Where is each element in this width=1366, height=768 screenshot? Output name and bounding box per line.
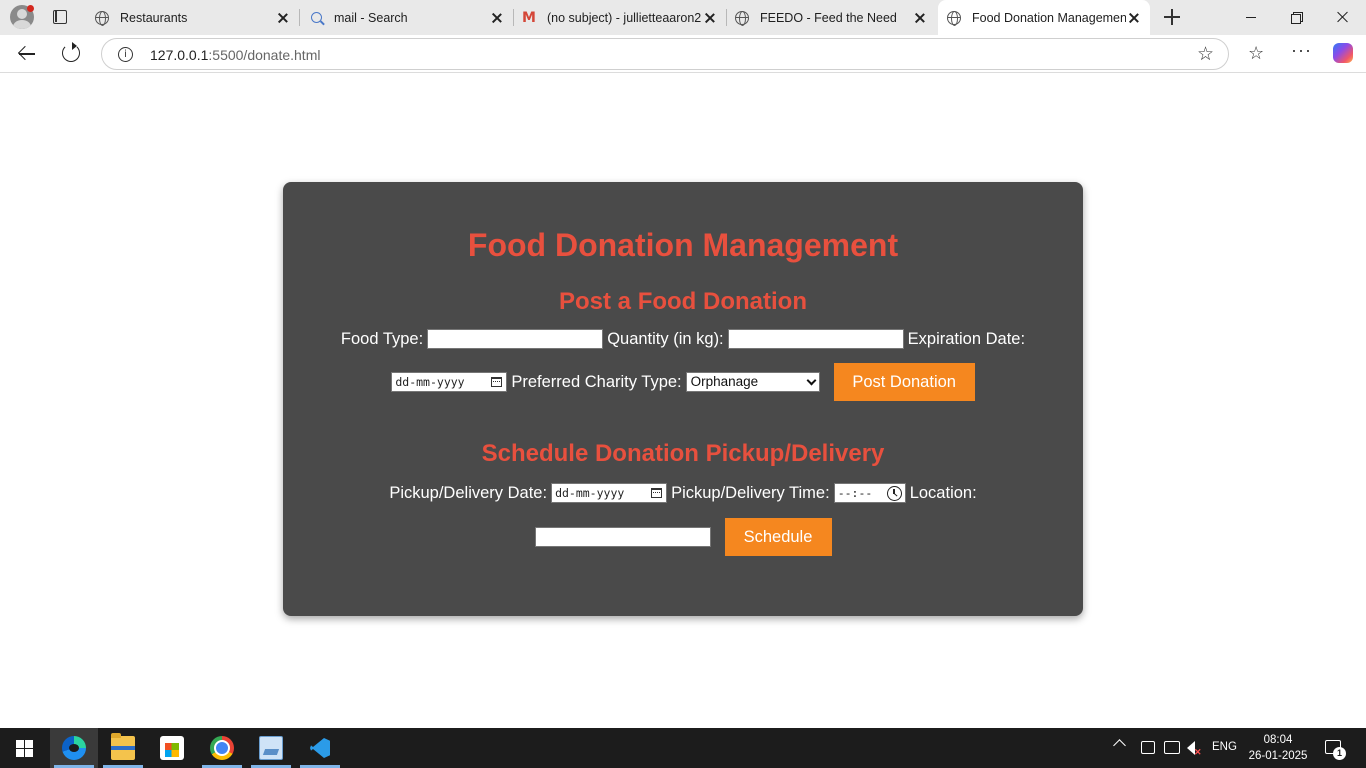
store-icon bbox=[160, 736, 184, 760]
taskbar-chrome[interactable] bbox=[198, 728, 246, 768]
muted-x-icon: ✕ bbox=[1194, 747, 1202, 757]
schedule-row-2: Schedule bbox=[283, 518, 1083, 556]
input-language[interactable]: ENG bbox=[1212, 741, 1237, 753]
copilot-icon[interactable] bbox=[1333, 43, 1353, 63]
charity-type-select[interactable]: Orphanage bbox=[685, 372, 820, 392]
taskbar-paint[interactable] bbox=[247, 728, 295, 768]
notification-count-badge: 1 bbox=[1333, 747, 1346, 760]
expiration-date-placeholder: dd-mm-yyyy bbox=[395, 375, 465, 389]
device-icon[interactable] bbox=[1141, 741, 1155, 754]
clock-date: 26-01-2025 bbox=[1248, 750, 1308, 762]
windows-start-icon[interactable] bbox=[16, 740, 33, 757]
tab-title: Restaurants bbox=[120, 10, 188, 25]
location-input[interactable] bbox=[534, 527, 711, 547]
chrome-icon bbox=[210, 736, 234, 760]
network-icon[interactable] bbox=[1164, 741, 1180, 754]
page-title: Food Donation Management bbox=[467, 227, 899, 263]
pickup-time-label: Pickup/Delivery Time: bbox=[671, 483, 830, 502]
tab-feedo[interactable]: FEEDO - Feed the Need bbox=[726, 0, 936, 35]
tab-close-icon[interactable] bbox=[275, 10, 291, 26]
tab-title: FEEDO - Feed the Need bbox=[760, 10, 897, 25]
page-viewport: Food Donation Management Post a Food Don… bbox=[4, 73, 1362, 724]
post-donation-row-1: Food Type: Quantity (in kg): Expiration … bbox=[283, 329, 1083, 349]
favorite-star-icon[interactable]: ☆ bbox=[1197, 43, 1214, 65]
clock-time: 08:04 bbox=[1263, 734, 1293, 746]
post-donation-heading: Post a Food Donation bbox=[559, 288, 807, 315]
quantity-input[interactable] bbox=[727, 329, 904, 349]
tab-actions-icon[interactable] bbox=[50, 7, 70, 27]
back-arrow-icon[interactable] bbox=[16, 43, 38, 65]
expiration-date-input[interactable]: dd-mm-yyyy bbox=[391, 372, 508, 392]
file-explorer-icon bbox=[111, 733, 135, 760]
clock-icon[interactable] bbox=[886, 486, 902, 501]
tab-close-icon[interactable] bbox=[912, 10, 928, 26]
expiration-date-label: Expiration Date: bbox=[907, 329, 1026, 348]
location-label: Location: bbox=[909, 483, 977, 502]
paint-icon bbox=[259, 736, 283, 760]
tab-close-icon[interactable] bbox=[702, 10, 718, 26]
url-path: :5500/donate.html bbox=[208, 47, 321, 63]
pickup-date-label: Pickup/Delivery Date: bbox=[389, 483, 548, 502]
quantity-label: Quantity (in kg): bbox=[607, 329, 724, 348]
tray-overflow-chevron-icon[interactable] bbox=[1113, 739, 1126, 752]
globe-icon bbox=[94, 10, 110, 26]
tab-food-donation-management[interactable]: Food Donation Management bbox=[938, 0, 1150, 35]
tab-gmail[interactable]: M (no subject) - jullietteaaron2 bbox=[513, 0, 727, 35]
browser-tab-strip: Restaurants mail - Search M (no subject)… bbox=[0, 0, 1366, 35]
taskbar-edge[interactable] bbox=[50, 728, 98, 768]
charity-type-selected: Orphanage bbox=[690, 374, 759, 389]
post-donation-row-2: dd-mm-yyyy Preferred Charity Type: Orpha… bbox=[283, 363, 1083, 401]
post-donation-button[interactable]: Post Donation bbox=[833, 363, 975, 401]
system-clock[interactable]: 08:04 26-01-2025 bbox=[1248, 732, 1308, 764]
reload-icon[interactable] bbox=[62, 42, 80, 62]
pickup-date-input[interactable]: dd-mm-yyyy bbox=[551, 483, 668, 503]
window-restore-icon[interactable] bbox=[1274, 0, 1320, 35]
tab-mail-search[interactable]: mail - Search bbox=[300, 0, 514, 35]
tab-title: Food Donation Management bbox=[972, 10, 1126, 25]
site-info-icon[interactable]: i bbox=[118, 47, 133, 62]
donation-card: Food Donation Management Post a Food Don… bbox=[283, 182, 1083, 616]
favorites-icon[interactable]: ☆ bbox=[1248, 43, 1264, 64]
edge-icon bbox=[62, 736, 86, 760]
schedule-button[interactable]: Schedule bbox=[724, 518, 832, 556]
browser-toolbar: i 127.0.0.1:5500/donate.html ☆ ☆ ··· bbox=[0, 35, 1366, 73]
pickup-time-input[interactable]: --:-- bbox=[833, 483, 906, 503]
chevron-down-icon bbox=[806, 375, 817, 386]
url-host: 127.0.0.1 bbox=[150, 47, 209, 63]
calendar-icon[interactable] bbox=[491, 377, 503, 387]
globe-icon bbox=[734, 10, 750, 26]
window-close-icon[interactable] bbox=[1320, 0, 1366, 35]
taskbar-store[interactable] bbox=[148, 728, 196, 768]
schedule-pickup-heading: Schedule Donation Pickup/Delivery bbox=[481, 440, 885, 467]
windows-taskbar: ✕ ENG 08:04 26-01-2025 1 bbox=[0, 728, 1366, 768]
globe-icon bbox=[946, 10, 962, 26]
search-icon bbox=[308, 10, 324, 26]
vscode-icon bbox=[308, 736, 332, 760]
taskbar-file-explorer[interactable] bbox=[99, 728, 147, 768]
food-type-input[interactable] bbox=[427, 329, 604, 349]
tab-title: mail - Search bbox=[334, 10, 408, 25]
window-minimize-icon[interactable] bbox=[1228, 0, 1274, 35]
address-bar[interactable]: i 127.0.0.1:5500/donate.html ☆ bbox=[101, 38, 1229, 70]
tab-title: (no subject) - jullietteaaron2 bbox=[547, 10, 702, 25]
calendar-icon[interactable] bbox=[651, 488, 663, 498]
charity-type-label: Preferred Charity Type: bbox=[511, 372, 682, 391]
profile-notification-dot bbox=[27, 5, 34, 12]
new-tab-icon[interactable] bbox=[1162, 7, 1182, 27]
tab-close-icon[interactable] bbox=[489, 10, 505, 26]
url-text: 127.0.0.1:5500/donate.html bbox=[150, 47, 320, 63]
taskbar-vscode[interactable] bbox=[296, 728, 344, 768]
tab-restaurants[interactable]: Restaurants bbox=[86, 0, 300, 35]
pickup-time-placeholder: --:-- bbox=[837, 486, 873, 500]
gmail-icon: M bbox=[522, 9, 536, 26]
food-type-label: Food Type: bbox=[340, 329, 424, 348]
schedule-row-1: Pickup/Delivery Date: dd-mm-yyyy Pickup/… bbox=[283, 483, 1083, 503]
tab-close-icon[interactable] bbox=[1126, 10, 1142, 26]
more-options-icon[interactable]: ··· bbox=[1291, 40, 1312, 61]
pickup-date-placeholder: dd-mm-yyyy bbox=[555, 486, 625, 500]
